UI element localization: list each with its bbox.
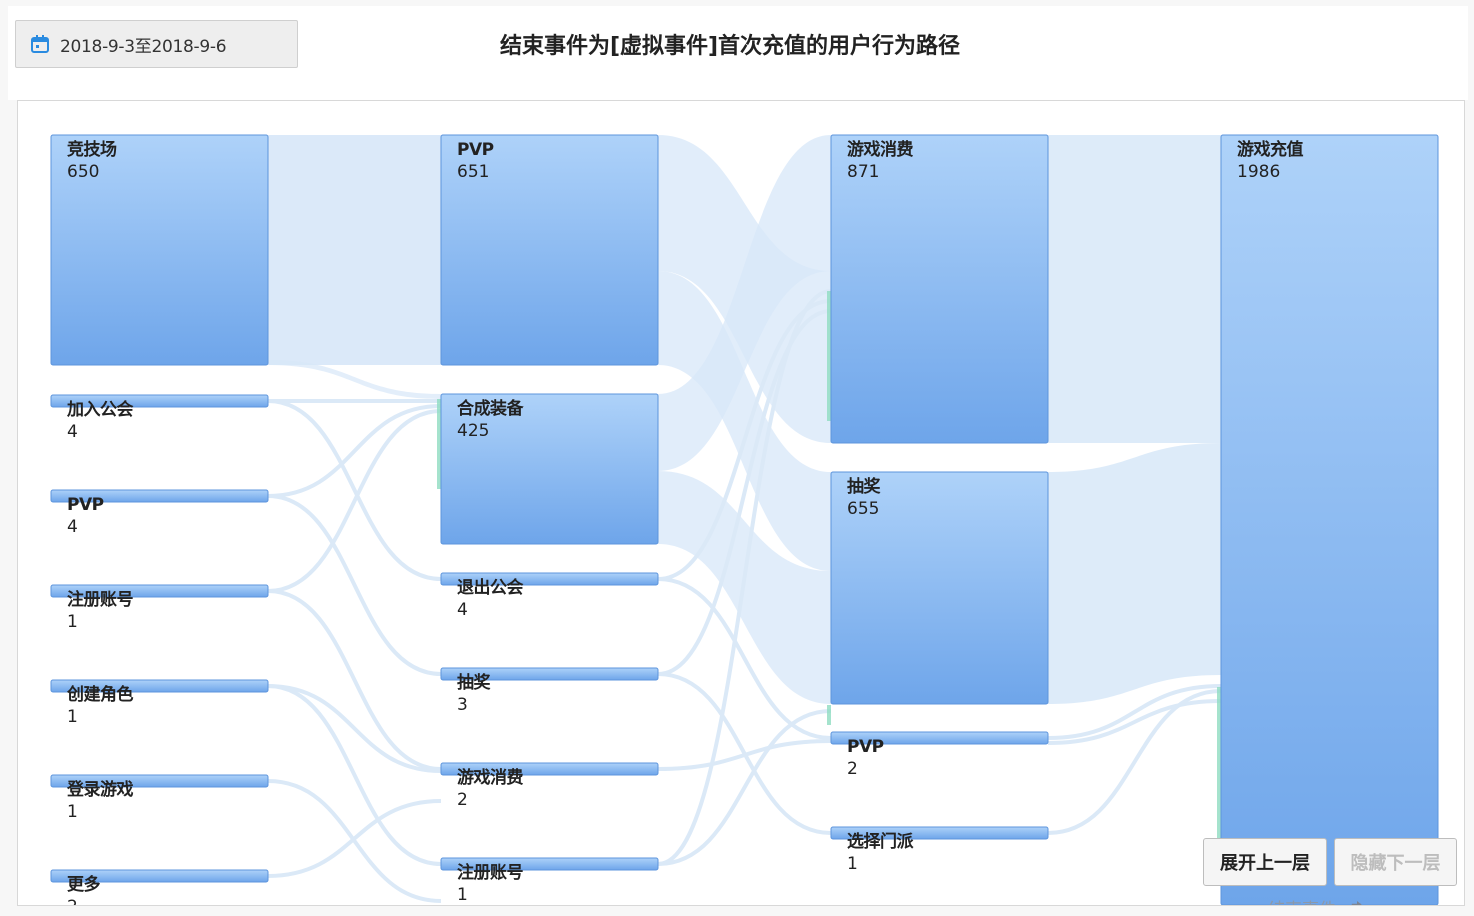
flow-thin-10 (267, 799, 442, 878)
sankey-node[interactable] (50, 134, 269, 366)
sankey-node[interactable] (50, 394, 269, 408)
sankey-node[interactable] (440, 572, 659, 586)
sankey-node[interactable] (830, 826, 1049, 840)
calendar-icon (30, 34, 50, 54)
flow-arena-craft (268, 360, 441, 399)
sankey-node[interactable] (440, 393, 659, 545)
sankey-node[interactable] (440, 134, 659, 366)
sankey-node[interactable] (1220, 134, 1439, 905)
sankey-node[interactable] (50, 679, 269, 693)
entry-accent-2 (827, 291, 831, 421)
sankey-node[interactable] (50, 489, 269, 503)
flow-thin-1 (267, 399, 442, 581)
page: 2018-9-3至2018-9-6 结束事件为[虚拟事件]首次充值的用户行为路径… (0, 0, 1474, 916)
flow-thin-8 (267, 684, 442, 773)
hide-next-layer-button[interactable]: 隐藏下一层 (1334, 838, 1457, 886)
entry-accent-4 (1217, 687, 1221, 847)
flow-spend-topup (1048, 135, 1221, 443)
flow-thin-15 (657, 739, 832, 771)
sankey-node[interactable] (50, 869, 269, 883)
sankey-node[interactable] (830, 134, 1049, 444)
entry-accent-3 (827, 705, 831, 725)
sankey-node[interactable] (830, 471, 1049, 705)
end-event-marker: 结束事件 (1268, 895, 1364, 905)
entry-accent-1 (437, 399, 441, 489)
sankey-node[interactable] (440, 667, 659, 681)
date-range-text: 2018-9-3至2018-9-6 (60, 36, 227, 57)
sankey-chart-panel: 竞技场650加入公会4PVP4注册账号1创建角色1登录游戏1更多2PVP651合… (17, 100, 1465, 906)
flow-thin-5 (267, 589, 442, 771)
sankey-node[interactable] (50, 774, 269, 788)
flow-lottery-topup (1048, 443, 1221, 704)
sankey-node[interactable] (440, 762, 659, 776)
sankey-chart (50, 134, 1439, 905)
expand-previous-layer-button[interactable]: 展开上一层 (1203, 838, 1327, 886)
flow-arena-pvp (268, 135, 441, 365)
sankey-node[interactable] (440, 857, 659, 871)
sankey-node[interactable] (50, 584, 269, 598)
end-event-label: 结束事件 (1268, 895, 1336, 905)
date-range-picker[interactable]: 2018-9-3至2018-9-6 (15, 20, 298, 68)
page-title: 结束事件为[虚拟事件]首次充值的用户行为路径 (499, 34, 961, 59)
link-arrow-icon (1344, 898, 1364, 905)
sankey-node[interactable] (830, 731, 1049, 745)
